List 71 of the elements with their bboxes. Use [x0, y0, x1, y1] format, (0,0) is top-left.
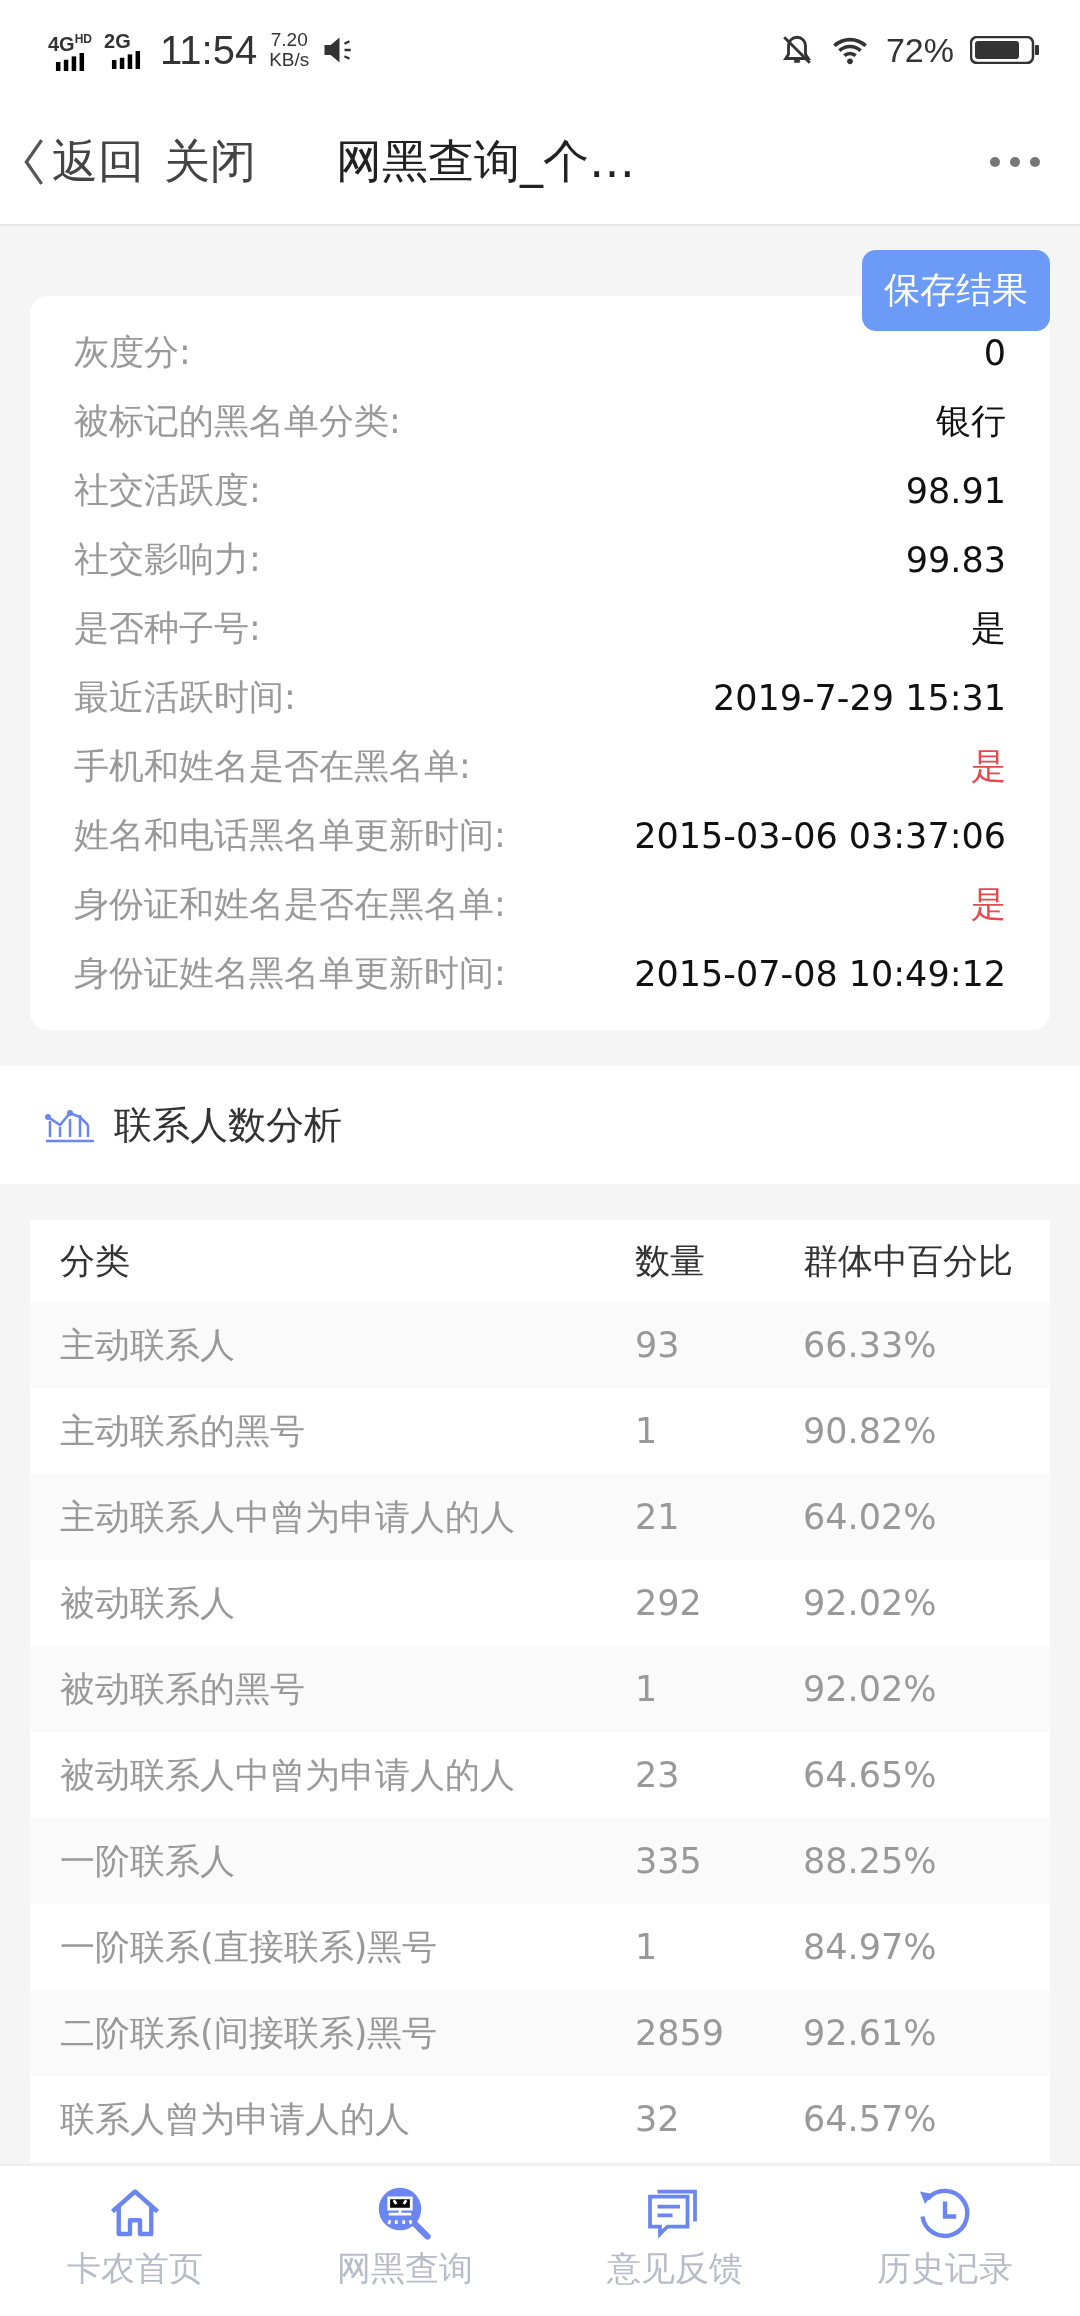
- field-label: 社交影响力:: [74, 538, 261, 581]
- field-value: 98.91: [905, 470, 1006, 511]
- table-cell-text: 84.97%: [803, 1927, 938, 1967]
- table-cell-text: 1: [635, 1411, 659, 1451]
- field-value: 银行: [936, 400, 1006, 443]
- table-cell-text: 32: [635, 2099, 681, 2139]
- speed-unit: KB/s: [269, 50, 310, 70]
- table-cell-text: 主动联系人: [60, 1323, 236, 1367]
- table-cell-text: 1: [635, 1669, 659, 1709]
- table-cell-text: 被动联系人中曾为申请人的人: [60, 1753, 516, 1797]
- table-cell-text: 335: [635, 1841, 703, 1881]
- nav-tab[interactable]: 卡农首页: [0, 2166, 270, 2316]
- field-label: 身份证姓名黑名单更新时间:: [74, 952, 506, 995]
- field-value: 2015-03-06 03:37:06: [634, 815, 1006, 856]
- field-label: 灰度分:: [74, 331, 191, 374]
- field-label: 被标记的黑名单分类:: [74, 400, 401, 443]
- clock: 11:54: [160, 27, 258, 73]
- field-value: 是: [971, 607, 1006, 650]
- table-cell-text: 64.02%: [803, 1497, 938, 1537]
- table-cell-text: 92.61%: [803, 2013, 938, 2053]
- field-label: 手机和姓名是否在黑名单:: [74, 745, 471, 788]
- field-value: 2015-07-08 10:49:12: [634, 953, 1006, 994]
- table-cell-text: 64.57%: [803, 2099, 938, 2139]
- table-cell-text: 2859: [635, 2013, 726, 2053]
- field-label: 姓名和电话黑名单更新时间:: [74, 814, 506, 857]
- table-cell-text: 88.25%: [803, 1841, 938, 1881]
- column-header: 分类: [60, 1239, 131, 1283]
- table-cell-text: 23: [635, 1755, 681, 1795]
- page-title: 网黑查询_个…: [336, 133, 635, 190]
- table-cell-text: 21: [635, 1497, 681, 1537]
- table-cell-text: 联系人曾为申请人的人: [60, 2097, 411, 2141]
- field-value: 0: [983, 332, 1006, 373]
- table-cell-text: 93: [635, 1325, 681, 1365]
- close-link[interactable]: 关闭: [164, 131, 256, 193]
- network-label: 4G$^{HD}$: [48, 30, 93, 54]
- battery-icon: [970, 36, 1040, 64]
- field-value: 是: [971, 883, 1006, 926]
- battery-level: 72%: [885, 30, 954, 70]
- more-icon[interactable]: [990, 157, 1040, 167]
- table-cell-text: 主动联系人中曾为申请人的人: [60, 1495, 516, 1539]
- column-header: 群体中百分比: [803, 1239, 1014, 1283]
- table-cell-text: 90.82%: [803, 1411, 938, 1451]
- table-cell-text: 主动联系的黑号: [60, 1409, 306, 1453]
- table-cell-text: 64.65%: [803, 1755, 938, 1795]
- save-button[interactable]: 保存结果: [862, 250, 1050, 331]
- table-cell-text: 二阶联系(间接联系)黑号: [60, 2011, 439, 2055]
- table-cell-text: 92.02%: [803, 1669, 938, 1709]
- field-label: 是否种子号:: [74, 607, 261, 650]
- speed-value: 7.20: [270, 30, 308, 50]
- field-value: 2019-7-29 15:31: [712, 677, 1006, 718]
- field-label: 身份证和姓名是否在黑名单:: [74, 883, 506, 926]
- back-icon: [22, 138, 46, 186]
- field-label: 最近活跃时间:: [74, 676, 296, 719]
- nav-tab[interactable]: 历史记录: [810, 2166, 1080, 2316]
- column-header: 数量: [635, 1239, 706, 1283]
- field-label: 社交活跃度:: [74, 469, 261, 512]
- table-cell-text: 被动联系人: [60, 1581, 236, 1625]
- table-cell-text: 一阶联系人: [60, 1839, 236, 1883]
- back-button[interactable]: 返回: [22, 131, 144, 193]
- nav-tab[interactable]: 意见反馈: [540, 2166, 810, 2316]
- nav-tab[interactable]: 网黑查询: [270, 2166, 540, 2316]
- table-cell-text: 被动联系的黑号: [60, 1667, 306, 1711]
- table-cell-text: 1: [635, 1927, 659, 1967]
- table-cell-text: 66.33%: [803, 1325, 938, 1365]
- section-title: 联系人数分析: [114, 1101, 342, 1149]
- table-cell-text: 92.02%: [803, 1583, 938, 1623]
- table-cell-text: 292: [635, 1583, 703, 1623]
- table-cell-text: 一阶联系(直接联系)黑号: [60, 1925, 439, 1969]
- network-label: 2G: [104, 31, 131, 51]
- field-value: 是: [971, 745, 1006, 788]
- field-value: 99.83: [905, 539, 1006, 580]
